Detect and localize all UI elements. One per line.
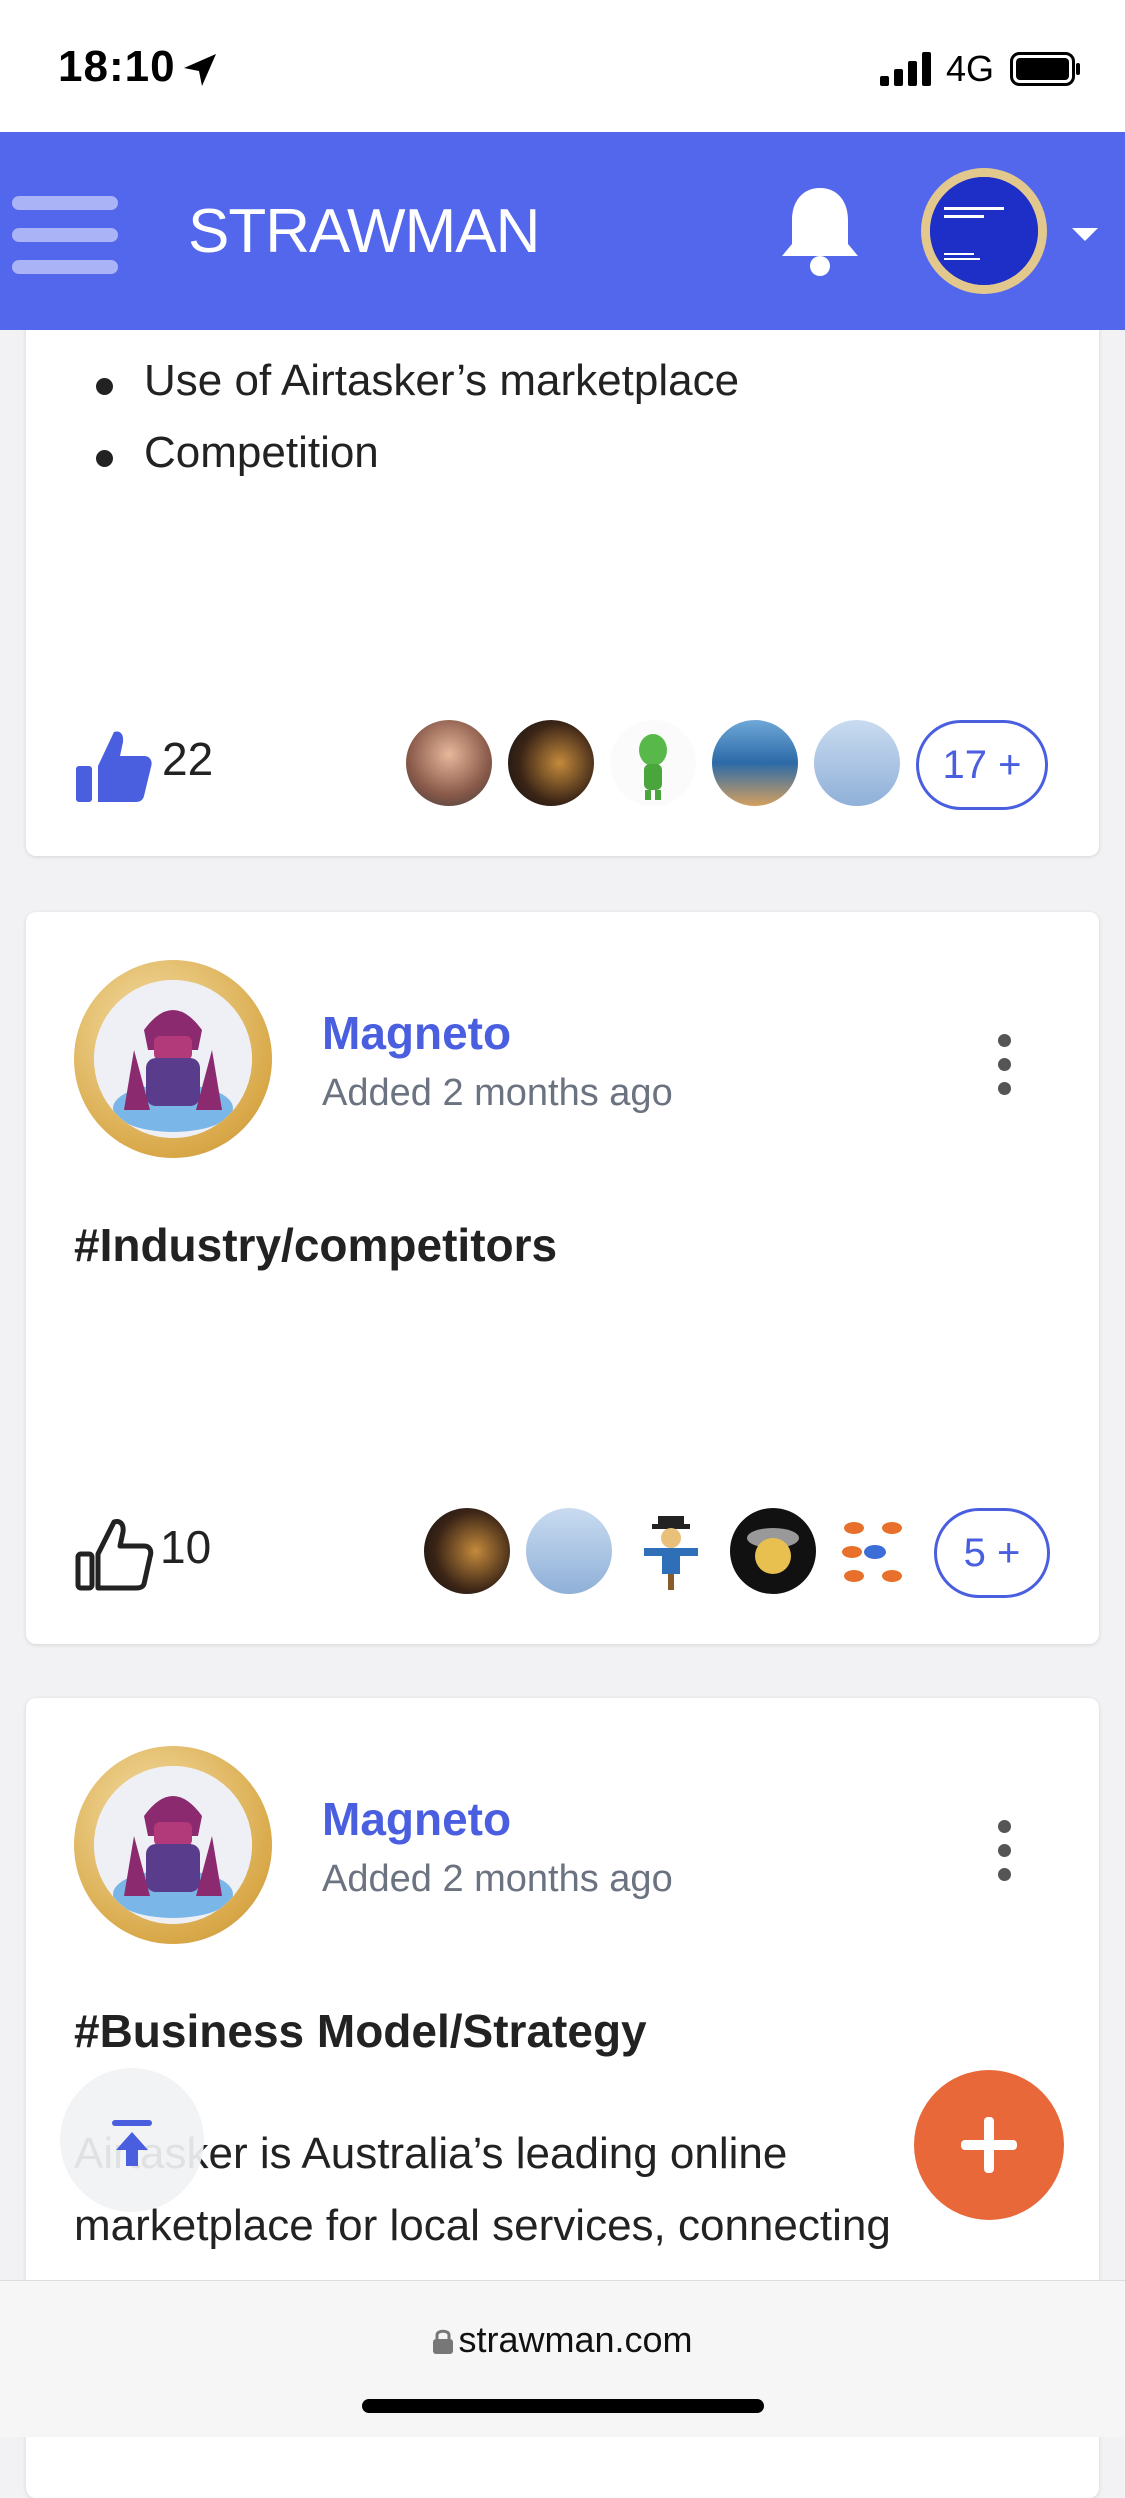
post-body: Airtasker is Australia’s leading online … xyxy=(74,2118,1054,2262)
post-card: Magneto Added 2 months ago #Industry/com… xyxy=(26,912,1099,1644)
bullet-item: Use of Airtasker’s marketplace xyxy=(95,356,740,405)
network-label: 4G xyxy=(946,48,995,89)
more-likers-button[interactable]: 17 + xyxy=(916,720,1048,810)
liker-avatar[interactable] xyxy=(404,718,494,808)
more-likers-button[interactable]: 5 + xyxy=(934,1508,1050,1598)
goldfish-icon xyxy=(842,1522,902,1582)
liker-avatar[interactable] xyxy=(422,1506,512,1596)
like-row: 10 5 + xyxy=(26,1498,1099,1598)
hamburger-menu-icon[interactable] xyxy=(12,184,118,280)
liker-avatar[interactable] xyxy=(608,718,698,808)
bullet-item: Competition xyxy=(96,428,379,477)
post-title: #Business Model/Strategy xyxy=(74,2005,647,2057)
more-options-icon[interactable] xyxy=(992,1034,1016,1096)
url-text: strawman.com xyxy=(458,2319,693,2360)
author-avatar[interactable] xyxy=(74,960,272,1158)
gecko-icon xyxy=(639,734,667,800)
like-count: 10 xyxy=(160,1521,212,1573)
url-display[interactable]: strawman.com xyxy=(0,2319,1125,2361)
liker-avatar[interactable] xyxy=(728,1506,818,1596)
signal-icon xyxy=(880,52,931,86)
thumbs-up-filled-icon[interactable] xyxy=(74,726,154,806)
arrow-up-to-line-icon xyxy=(112,2120,152,2166)
browser-url-bar[interactable]: strawman.com xyxy=(0,2280,1125,2437)
liker-avatar[interactable] xyxy=(524,1506,614,1596)
like-count: 22 xyxy=(162,733,214,785)
chevron-down-icon[interactable] xyxy=(1072,228,1098,241)
post-body-line: marketplace for local services, connecti… xyxy=(74,2201,891,2250)
liker-avatar[interactable] xyxy=(626,1506,716,1596)
clock: 18:10 xyxy=(58,42,176,91)
post-timestamp: Added 2 months ago xyxy=(322,1858,673,1900)
post-card: Use of Airtasker’s marketplace Competiti… xyxy=(26,300,1099,856)
liker-avatar[interactable] xyxy=(830,1506,920,1596)
user-avatar[interactable] xyxy=(921,168,1047,294)
battery-icon xyxy=(1010,52,1080,86)
scroll-to-top-button[interactable] xyxy=(60,2068,204,2212)
thumbs-up-outline-icon[interactable] xyxy=(74,1514,154,1594)
magneto-avatar-icon xyxy=(94,980,252,1138)
author-name-link[interactable]: Magneto xyxy=(322,1006,511,1060)
location-arrow-icon xyxy=(184,54,216,86)
hat-face-icon xyxy=(747,1528,799,1574)
post-timestamp: Added 2 months ago xyxy=(322,1072,673,1114)
author-name-link[interactable]: Magneto xyxy=(322,1792,511,1846)
liker-avatar[interactable] xyxy=(812,718,902,808)
magneto-avatar-icon xyxy=(94,1766,252,1924)
more-options-icon[interactable] xyxy=(992,1820,1016,1882)
author-avatar[interactable] xyxy=(74,1746,272,1944)
post-title: #Industry/competitors xyxy=(74,1219,558,1271)
scarecrow-icon xyxy=(644,1516,698,1590)
logo-text: STRAWMAN xyxy=(188,197,540,266)
lock-icon xyxy=(433,2329,454,2354)
home-indicator[interactable] xyxy=(362,2399,764,2413)
liker-avatar[interactable] xyxy=(506,718,596,808)
add-post-button[interactable] xyxy=(914,2070,1064,2220)
like-row: 22 17 + xyxy=(26,710,1099,810)
liker-avatar[interactable] xyxy=(710,718,800,808)
strawman-logo[interactable]: STRAWMAN xyxy=(188,182,588,282)
avatar-book-cover-icon xyxy=(930,177,1038,285)
notification-bell-icon[interactable] xyxy=(778,182,862,278)
post-body-line: Airtasker is Australia’s leading online xyxy=(74,2129,788,2178)
status-bar: 18:10 4G xyxy=(0,0,1125,132)
app-header: STRAWMAN xyxy=(0,132,1125,330)
